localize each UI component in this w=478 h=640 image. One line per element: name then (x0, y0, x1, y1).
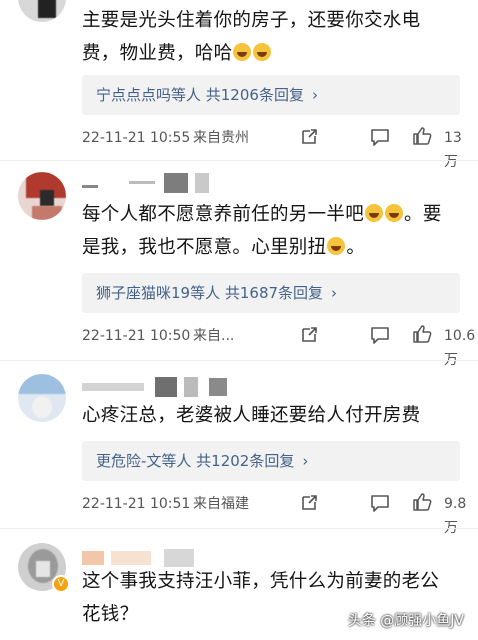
comment-date: 22-11-21 10:50 (82, 328, 191, 344)
comment-text-line: 这个事我支持汪小菲，凭什么为前妻的老公 (82, 571, 440, 592)
comment-text-line: 是我，我也不愿意。心里别扭。 (82, 231, 448, 264)
comment-text-span: 。 (346, 237, 366, 258)
comment-text-line: 每个人都不愿意养前任的另一半吧 。要 (82, 198, 448, 231)
comment-text: 每个人都不愿意养前任的另一半吧 。要 是我，我也不愿意。心里别扭。 (82, 198, 448, 264)
thumb-up-icon[interactable] (412, 126, 432, 146)
comment-text-span: 是我，我也不愿意。心里别扭 (82, 237, 327, 258)
comment-meta: 22-11-21 10:55 来自贵州 13万 (82, 126, 464, 170)
comment-date: 22-11-21 10:51 (82, 496, 191, 512)
share-icon[interactable] (300, 326, 318, 344)
thumb-up-icon[interactable] (412, 324, 432, 344)
like-count: 9.8万 (444, 496, 467, 536)
comment-text-line: 费，物业费，哈哈 (82, 37, 448, 70)
comment-location: 来自... (193, 328, 235, 344)
share-icon[interactable] (300, 128, 318, 146)
chevron-right-icon: › (331, 284, 338, 302)
verified-badge-icon: V (52, 575, 70, 593)
thumb-up-icon[interactable] (412, 492, 432, 512)
replies-label: 更危险-文等人 共1202条回复 (96, 452, 295, 470)
avatar[interactable] (18, 374, 66, 422)
comment-meta: 22-11-21 10:51 来自福建 9.8万 (82, 492, 466, 536)
comment-icon[interactable] (370, 494, 390, 513)
replies-link[interactable]: 更危险-文等人 共1202条回复 › (82, 441, 460, 481)
laughing-emoji-icon (253, 43, 272, 61)
avatar[interactable] (18, 172, 66, 220)
divider (0, 160, 478, 161)
comment-text: 心疼汪总，老婆被人睡还要给人付开房费 (82, 399, 448, 432)
comment-icon[interactable] (370, 326, 390, 345)
watermark: 头条 @顾强小鱼JV (347, 613, 464, 629)
comment-location: 来自福建 (193, 496, 249, 512)
replies-label: 宁点点点吗等人 共1206条回复 (96, 86, 304, 104)
username-blurred[interactable] (82, 376, 229, 398)
avatar[interactable] (18, 0, 66, 22)
comment-text-span: 费，物业费，哈哈 (82, 43, 233, 64)
comment-text-line: 主要是光头住着你的房子，还要你交水电 (82, 10, 421, 31)
chevron-right-icon: › (302, 452, 309, 470)
chevron-right-icon: › (311, 86, 318, 104)
replies-link[interactable]: 狮子座猫咪19等人 共1687条回复 › (82, 273, 460, 313)
comment-text-line: 心疼汪总，老婆被人睡还要给人付开房费 (82, 405, 421, 426)
like-count: 10.6万 (444, 328, 476, 368)
laughing-emoji-icon (233, 43, 252, 61)
comment-date: 22-11-21 10:55 (82, 130, 191, 146)
comment-text: 主要是光头住着你的房子，还要你交水电 费，物业费，哈哈 (82, 4, 448, 70)
comment-meta: 22-11-21 10:50 来自... 10.6万 (82, 324, 475, 368)
divider (0, 528, 478, 529)
laughing-emoji-icon (327, 237, 346, 255)
share-icon[interactable] (300, 494, 318, 512)
like-count: 13万 (444, 130, 462, 170)
comment-text-span: 。要 (404, 204, 442, 225)
divider (0, 360, 478, 361)
replies-link[interactable]: 宁点点点吗等人 共1206条回复 › (82, 75, 460, 115)
laughing-emoji-icon (385, 204, 404, 222)
replies-label: 狮子座猫咪19等人 共1687条回复 (96, 284, 324, 302)
username-blurred[interactable] (82, 172, 211, 194)
comment-location: 来自贵州 (193, 130, 249, 146)
comment-icon[interactable] (370, 128, 390, 147)
comment-text-span: 每个人都不愿意养前任的另一半吧 (82, 204, 365, 225)
laughing-emoji-icon (365, 204, 384, 222)
